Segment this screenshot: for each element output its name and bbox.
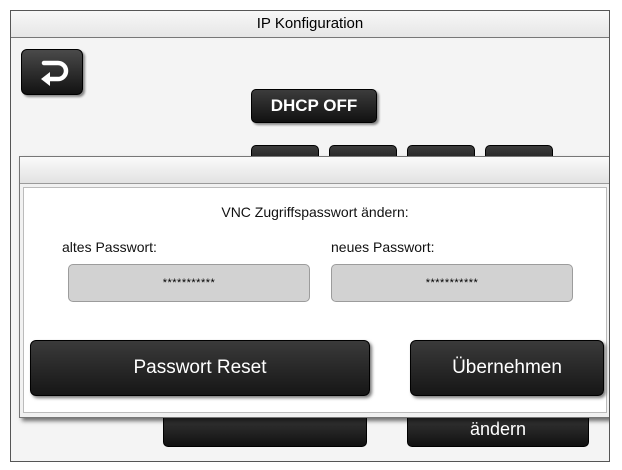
dhcp-toggle-button[interactable]: DHCP OFF bbox=[251, 89, 377, 123]
apply-button[interactable]: Übernehmen bbox=[410, 340, 604, 396]
dialog-title: VNC Zugriffspasswort ändern: bbox=[221, 204, 409, 220]
password-dialog: VNC Zugriffspasswort ändern: altes Passw… bbox=[19, 156, 609, 418]
back-button[interactable] bbox=[21, 49, 83, 95]
old-password-field[interactable]: *********** bbox=[68, 264, 310, 302]
password-reset-button[interactable]: Passwort Reset bbox=[30, 340, 370, 396]
back-arrow-icon bbox=[41, 60, 69, 86]
old-password-label: altes Passwort: bbox=[62, 239, 157, 255]
ip-config-window: IP Konfiguration DHCP OFF ändern VNC Zug… bbox=[10, 10, 610, 462]
window-title: IP Konfiguration bbox=[11, 11, 609, 38]
dialog-body: VNC Zugriffspasswort ändern: altes Passw… bbox=[23, 187, 607, 413]
new-password-label: neues Passwort: bbox=[331, 239, 435, 255]
new-password-field[interactable]: *********** bbox=[331, 264, 573, 302]
dialog-header bbox=[20, 157, 609, 184]
